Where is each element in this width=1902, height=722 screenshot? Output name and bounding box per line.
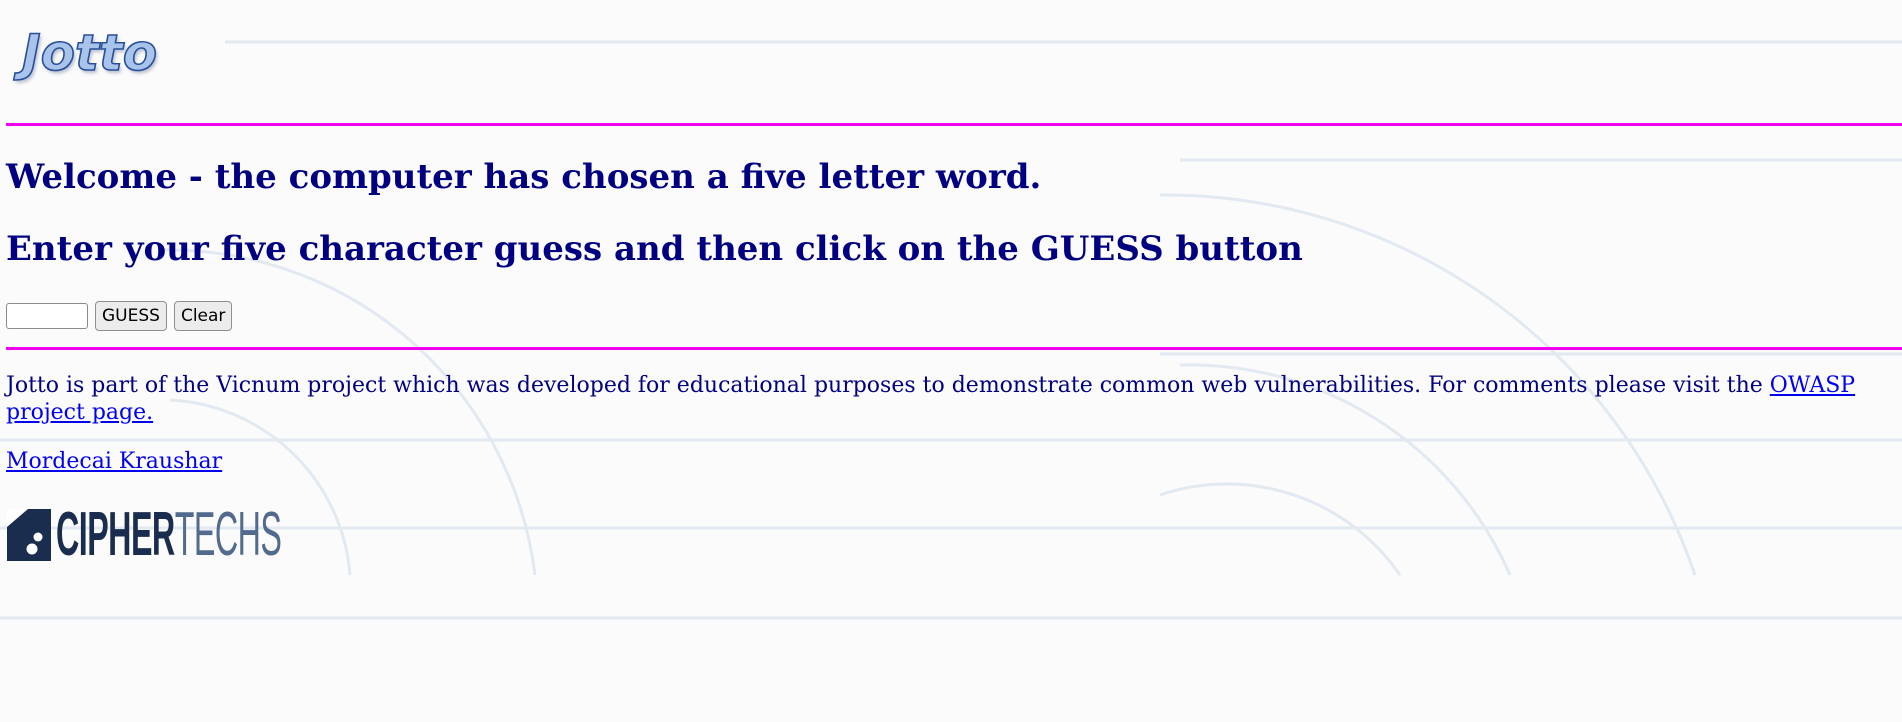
welcome-heading: Welcome - the computer has chosen a five… (6, 157, 1042, 197)
page-content: Jotto Welcome - the computer has chosen … (0, 0, 1902, 566)
ciphertechs-logo: CIPHERTECHS (6, 504, 1896, 566)
project-info-text: Jotto is part of the Vicnum project whic… (6, 373, 1770, 398)
middle-divider (6, 347, 1902, 350)
ciphertechs-mark-icon (6, 507, 52, 563)
guess-input[interactable] (6, 303, 88, 329)
instruction-heading: Enter your five character guess and then… (6, 229, 1303, 269)
ciphertechs-wordmark-light: TECHS (174, 500, 282, 569)
ciphertechs-wordmark: CIPHERTECHS (56, 504, 282, 566)
author-link[interactable]: Mordecai Kraushar (6, 449, 222, 474)
ciphertechs-wordmark-bold: CIPHER (56, 500, 175, 569)
guess-form: GUESS Clear (6, 300, 1896, 332)
clear-button[interactable]: Clear (173, 301, 233, 331)
top-divider (6, 123, 1902, 126)
project-info: Jotto is part of the Vicnum project whic… (6, 372, 1896, 426)
guess-button[interactable]: GUESS (95, 301, 167, 331)
header: Jotto (6, 0, 1896, 112)
author: Mordecai Kraushar (6, 448, 1896, 475)
jotto-logo: Jotto (21, 23, 158, 83)
